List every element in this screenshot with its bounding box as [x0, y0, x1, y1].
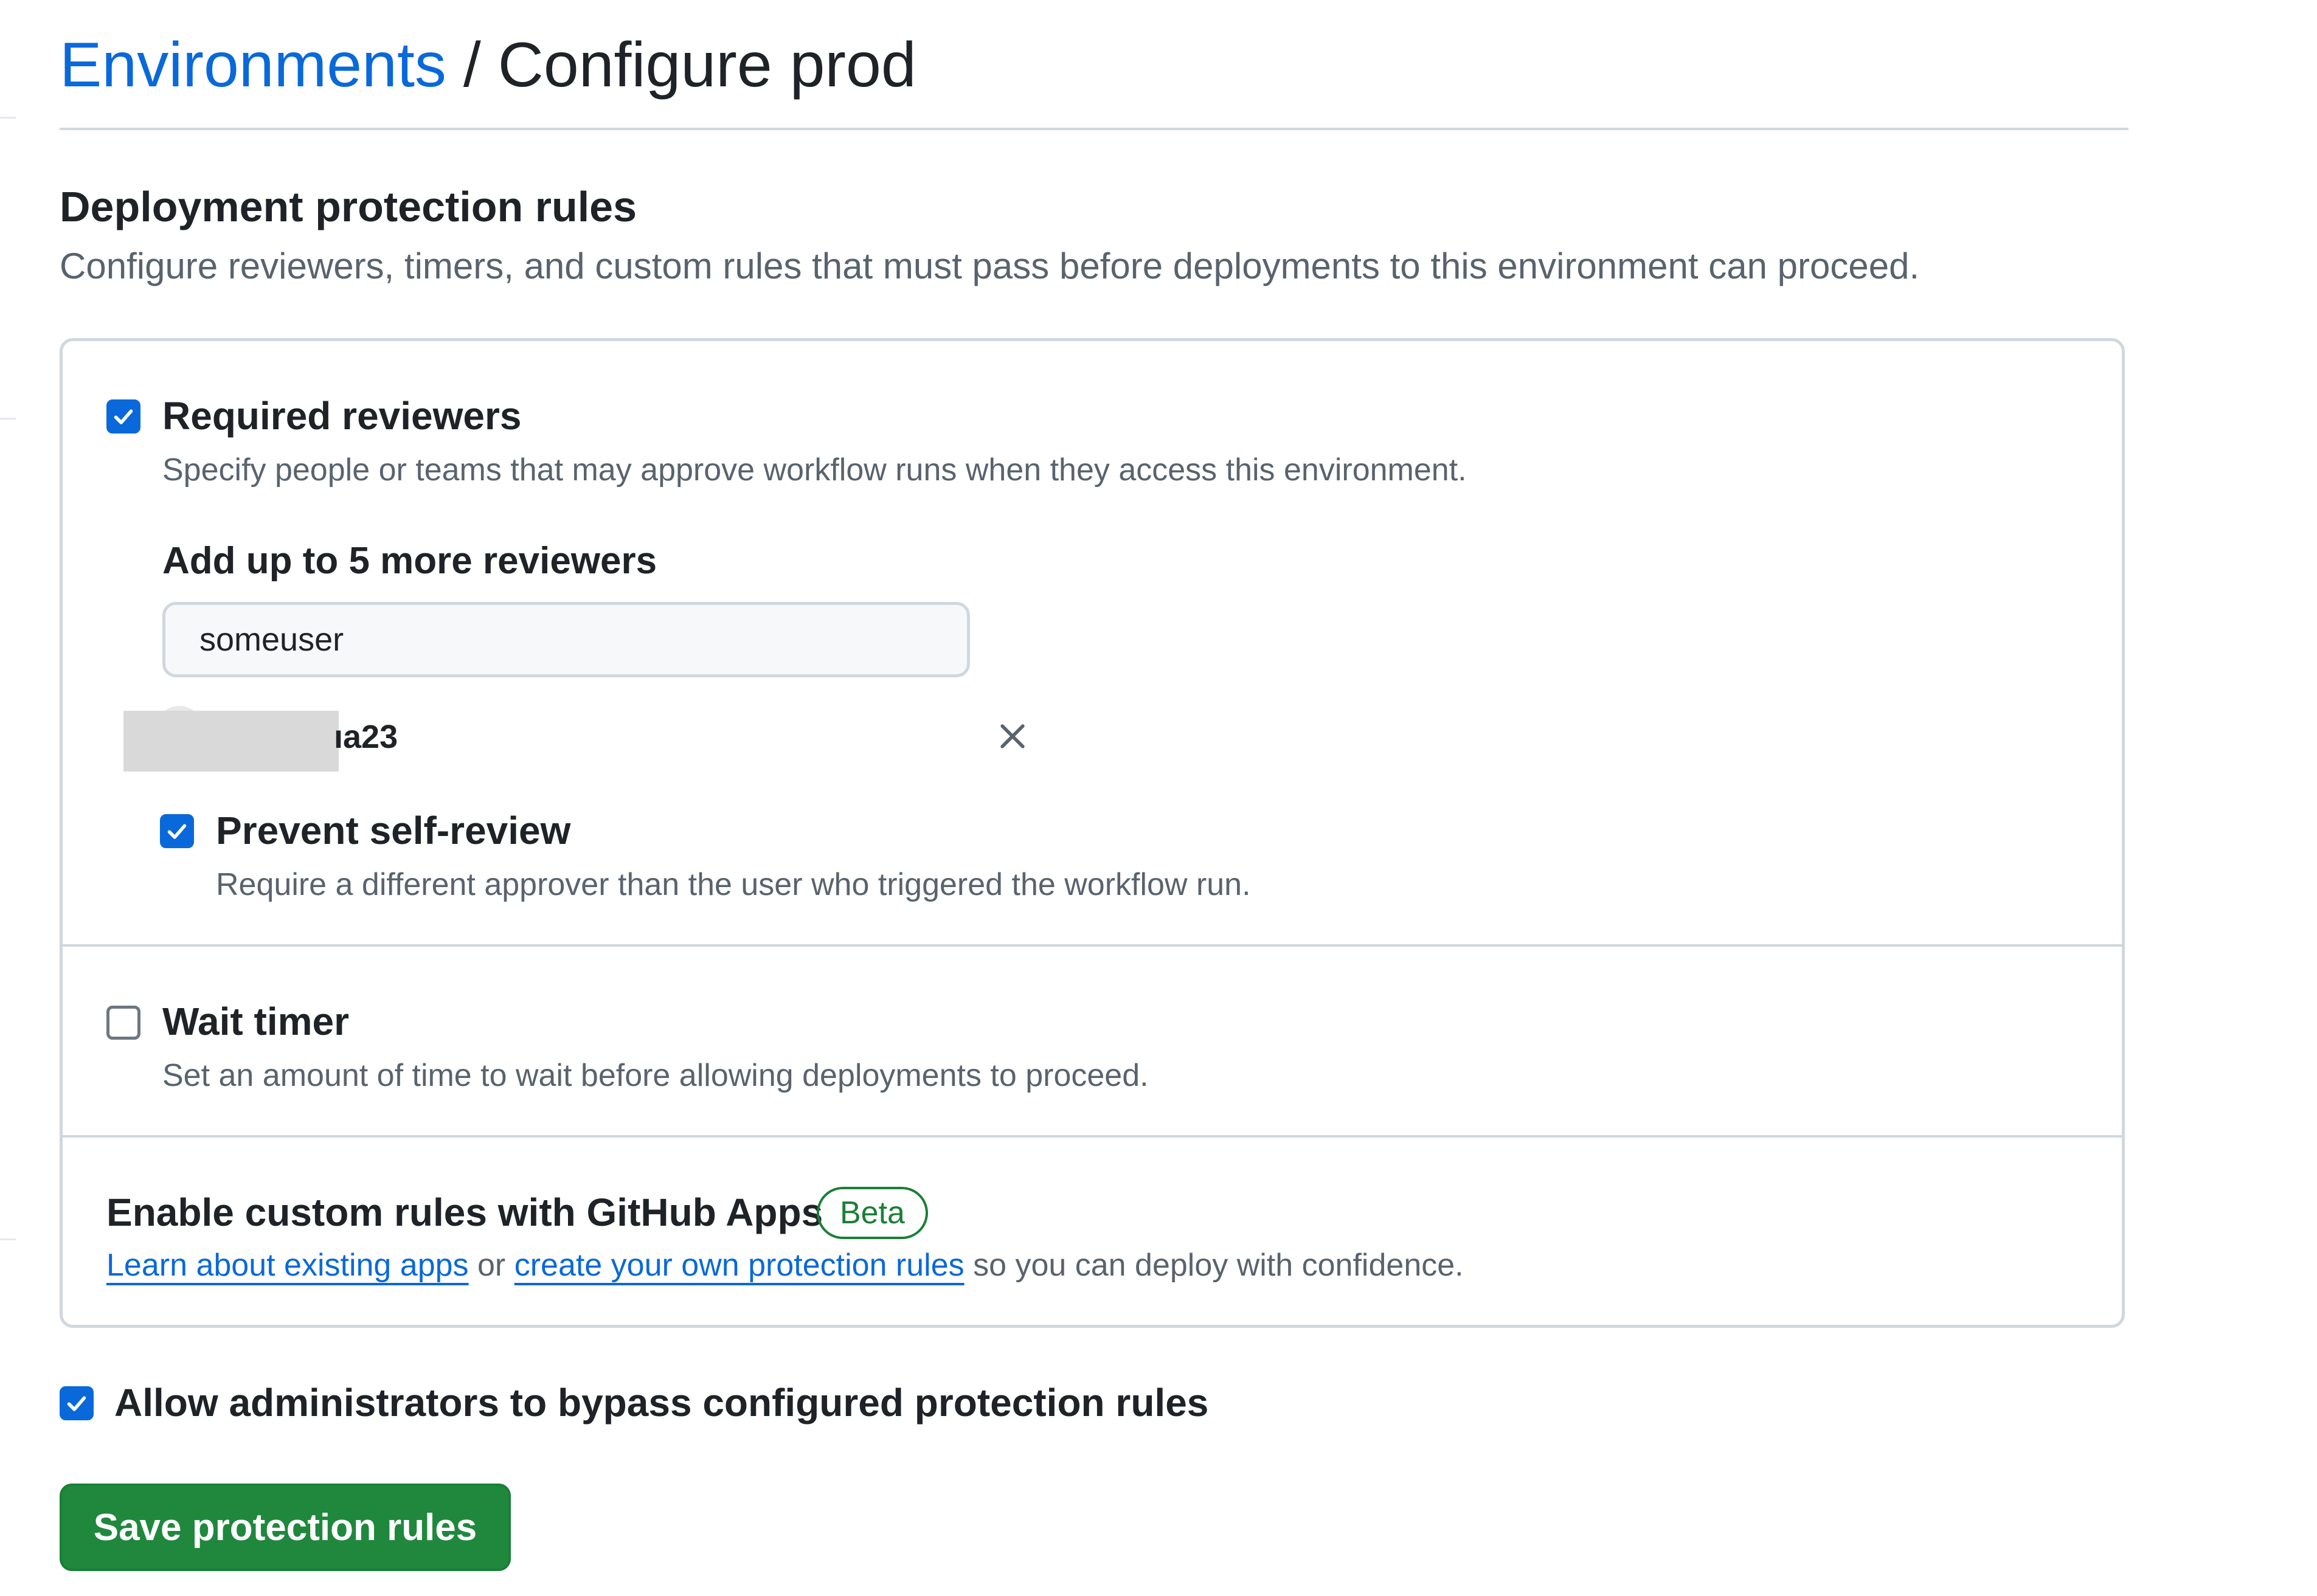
breadcrumb-separator: /	[463, 29, 481, 100]
add-reviewers-label: Add up to 5 more reviewers	[162, 540, 657, 582]
check-icon	[67, 1396, 86, 1411]
save-protection-rules-button[interactable]: Save protection rules	[60, 1484, 511, 1571]
close-icon[interactable]	[994, 718, 1031, 755]
breadcrumb-environments-link[interactable]: Environments	[60, 29, 446, 102]
check-icon	[114, 409, 133, 424]
redacted-area	[123, 711, 339, 772]
section-title: Deployment protection rules	[60, 183, 637, 230]
create-protection-rules-link[interactable]: create your own protection rules	[514, 1248, 965, 1283]
reviewer-search-input[interactable]	[162, 602, 970, 677]
prevent-self-review-label: Prevent self-review	[216, 809, 571, 852]
reviewer-list-item: ıa23	[123, 706, 1025, 772]
suffix-text: so you can deploy with confidence.	[973, 1248, 1464, 1283]
wait-timer-label: Wait timer	[162, 1000, 349, 1043]
custom-rules-description: Learn about existing apps or create your…	[106, 1247, 1464, 1283]
page-title: Configure prod	[497, 29, 916, 100]
allow-bypass-label: Allow administrators to bypass configure…	[114, 1381, 1209, 1425]
beta-badge: Beta	[817, 1187, 928, 1239]
edge-divider	[0, 1238, 16, 1240]
required-reviewers-checkbox[interactable]	[106, 399, 140, 434]
check-icon	[167, 824, 187, 839]
section-description: Configure reviewers, timers, and custom …	[60, 246, 1920, 286]
protection-rules-panel: Required reviewers Specify people or tea…	[60, 338, 2125, 1328]
connector-text: or	[477, 1248, 506, 1283]
edge-divider	[0, 418, 16, 420]
reviewer-name: ıa23	[334, 719, 398, 755]
wait-timer-checkbox[interactable]	[106, 1006, 140, 1040]
wait-timer-description: Set an amount of time to wait before all…	[162, 1058, 1149, 1093]
prevent-self-review-checkbox[interactable]	[160, 814, 194, 848]
prevent-self-review-description: Require a different approver than the us…	[216, 867, 1251, 902]
learn-existing-apps-link[interactable]: Learn about existing apps	[106, 1248, 469, 1283]
panel-divider	[63, 944, 2122, 947]
panel-divider	[63, 1135, 2122, 1138]
page: Environments / Configure prod Deployment…	[0, 0, 2317, 1596]
edge-divider	[0, 117, 16, 119]
required-reviewers-label: Required reviewers	[162, 394, 522, 438]
required-reviewers-description: Specify people or teams that may approve…	[162, 452, 1467, 488]
custom-rules-title: Enable custom rules with GitHub Apps	[106, 1190, 823, 1234]
header-divider	[60, 128, 2128, 130]
breadcrumb: Environments / Configure prod	[60, 19, 2127, 111]
allow-bypass-checkbox[interactable]	[60, 1386, 94, 1420]
